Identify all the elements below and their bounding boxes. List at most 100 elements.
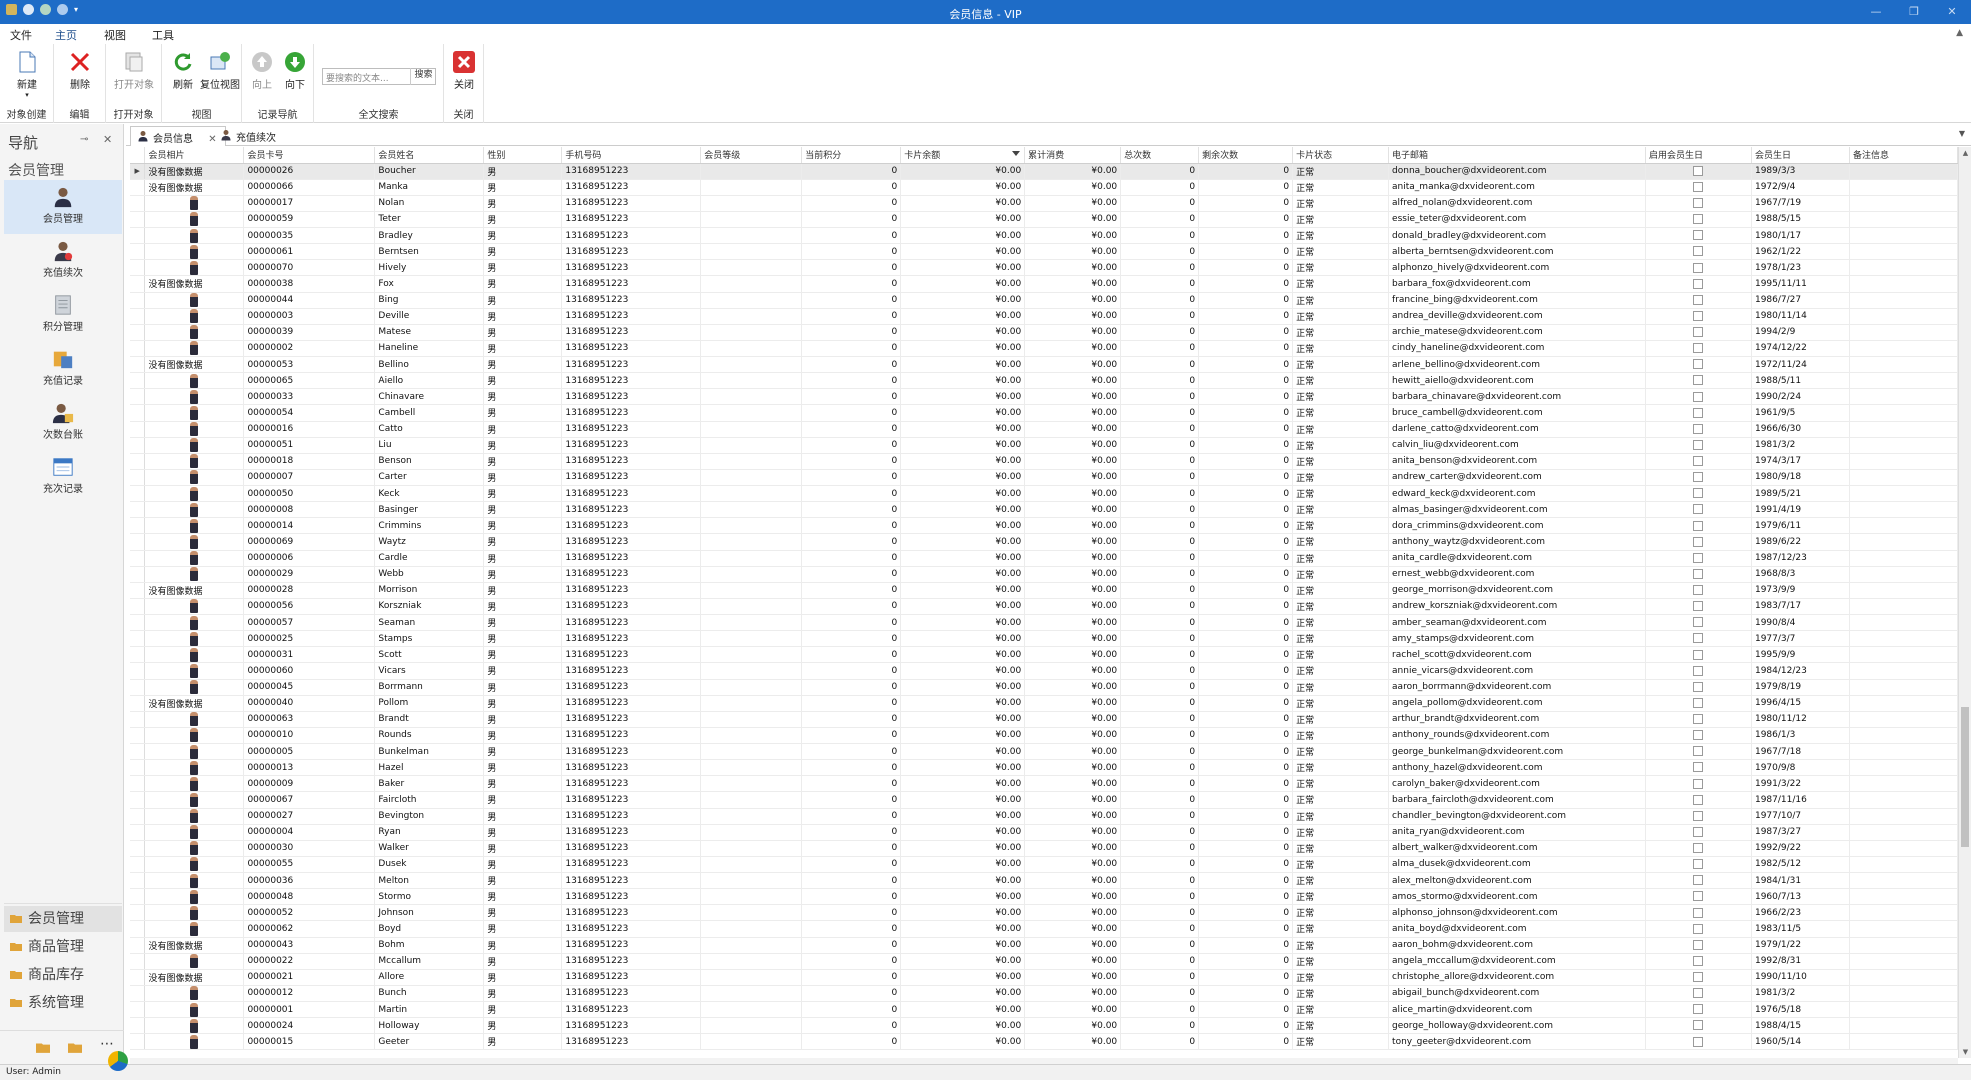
table-row[interactable]: 没有图像数据 00000021 Allore 男 13168951223 0 ¥0.00 ¥0… [130,969,1958,986]
table-row[interactable]: 00000027 Bevington 男 13168951223 0 ¥0.00 ¥0.00… [130,808,1958,825]
table-row[interactable]: 00000061 Berntsen 男 13168951223 0 ¥0.00 ¥0.00 0… [130,243,1958,261]
table-row[interactable]: 没有图像数据 00000040 Pollom 男 13168951223 0 ¥0.00 ¥0… [130,695,1958,712]
column-header[interactable]: 电子邮箱 [1388,147,1646,164]
more-icon[interactable]: ⋯ [100,1036,114,1052]
column-header[interactable]: 会员姓名 [374,147,485,164]
row-indicator[interactable] [130,517,146,535]
cell-birthday-enabled[interactable] [1645,985,1752,1003]
row-indicator[interactable] [130,695,146,712]
table-row[interactable]: 00000035 Bradley 男 13168951223 0 ¥0.00 ¥0.00 0 0… [130,227,1958,245]
row-indicator[interactable] [130,437,146,454]
cell-birthday-enabled[interactable] [1645,711,1752,728]
table-row[interactable]: 00000001 Martin 男 13168951223 0 ¥0.00 ¥0.00 0 0 正… [130,1001,1958,1019]
delete-button[interactable]: 删除 [63,50,97,91]
cell-birthday-enabled[interactable] [1645,872,1752,890]
table-row[interactable]: 00000050 Keck 男 13168951223 0 ¥0.00 ¥0.00 0 0 正常 e… [130,485,1958,503]
cell-birthday-enabled[interactable] [1645,308,1752,325]
cell-birthday-enabled[interactable] [1645,808,1752,825]
row-indicator[interactable]: ▶ [130,163,146,180]
ribbon-collapse-icon[interactable]: ▲ [1956,28,1963,38]
birthday-checkbox[interactable] [1693,617,1704,628]
nav-item-member-management[interactable]: 会员管理 [4,180,122,234]
column-header[interactable]: 会员卡号 [243,147,376,164]
cell-birthday-enabled[interactable] [1645,340,1752,358]
table-row[interactable]: 00000063 Brandt 男 13168951223 0 ¥0.00 ¥0.00 0 0 正… [130,711,1958,728]
row-indicator[interactable] [130,501,146,519]
search-button[interactable]: 搜索 [410,68,436,85]
cell-birthday-enabled[interactable] [1645,388,1752,406]
birthday-checkbox[interactable] [1693,294,1704,305]
cell-birthday-enabled[interactable] [1645,791,1752,809]
cell-birthday-enabled[interactable] [1645,533,1752,551]
birthday-checkbox[interactable] [1693,810,1704,821]
table-row[interactable]: 00000002 Haneline 男 13168951223 0 ¥0.00 ¥0.00 0… [130,340,1958,358]
row-indicator[interactable] [130,969,146,986]
birthday-checkbox[interactable] [1693,488,1704,499]
table-row[interactable]: 00000005 Bunkelman 男 13168951223 0 ¥0.00 ¥0.00… [130,743,1958,761]
reset-view-button[interactable]: 复位视图 [200,50,240,91]
cell-birthday-enabled[interactable] [1645,517,1752,535]
table-row[interactable]: 00000052 Johnson 男 13168951223 0 ¥0.00 ¥0.00 0 0… [130,904,1958,922]
birthday-checkbox[interactable] [1693,456,1704,467]
scroll-up-icon[interactable]: ▲ [1959,149,1971,157]
cell-birthday-enabled[interactable] [1645,550,1752,567]
row-indicator[interactable] [130,759,146,777]
nav-group-inventory[interactable]: 商品库存 [4,962,122,988]
tab-recharge[interactable]: 充值续次 [214,126,284,146]
birthday-checkbox[interactable] [1693,423,1704,434]
nav-item-count-records[interactable]: 充次记录 [4,450,122,504]
cell-birthday-enabled[interactable] [1645,582,1752,599]
row-indicator[interactable] [130,275,146,293]
row-indicator[interactable] [130,743,146,761]
row-indicator[interactable] [130,533,146,551]
row-indicator[interactable] [130,840,146,857]
row-indicator[interactable] [130,259,146,277]
table-row[interactable]: 00000070 Hively 男 13168951223 0 ¥0.00 ¥0.00 0 0 正… [130,259,1958,277]
cell-birthday-enabled[interactable] [1645,759,1752,777]
column-header[interactable]: 总次数 [1120,147,1200,164]
birthday-checkbox[interactable] [1693,681,1704,692]
table-row[interactable]: 00000036 Melton 男 13168951223 0 ¥0.00 ¥0.00 0 0 正… [130,872,1958,890]
cell-birthday-enabled[interactable] [1645,937,1752,954]
cell-birthday-enabled[interactable] [1645,1001,1752,1019]
table-row[interactable]: 00000044 Bing 男 13168951223 0 ¥0.00 ¥0.00 0 0 正常 f… [130,292,1958,309]
table-row[interactable]: 00000051 Liu 男 13168951223 0 ¥0.00 ¥0.00 0 0 正常 ca… [130,437,1958,454]
column-header[interactable]: 会员等级 [700,147,803,164]
table-row[interactable]: 00000031 Scott 男 13168951223 0 ¥0.00 ¥0.00 0 0 正常… [130,646,1958,664]
row-indicator[interactable] [130,662,146,680]
birthday-checkbox[interactable] [1693,601,1704,612]
cell-birthday-enabled[interactable] [1645,630,1752,648]
table-row[interactable]: 00000054 Cambell 男 13168951223 0 ¥0.00 ¥0.00 0 0… [130,404,1958,422]
tabs-dropdown-icon[interactable]: ▼ [1959,129,1965,138]
birthday-checkbox[interactable] [1693,1020,1704,1031]
birthday-checkbox[interactable] [1693,536,1704,547]
table-row[interactable]: 没有图像数据 00000066 Manka 男 13168951223 0 ¥0.00 ¥0.… [130,179,1958,196]
table-row[interactable]: 00000010 Rounds 男 13168951223 0 ¥0.00 ¥0.00 0 0 正… [130,727,1958,745]
cell-birthday-enabled[interactable] [1645,275,1752,293]
table-row[interactable]: 00000025 Stamps 男 13168951223 0 ¥0.00 ¥0.00 0 0 正… [130,630,1958,648]
row-indicator[interactable] [130,372,146,390]
cell-birthday-enabled[interactable] [1645,775,1752,793]
row-indicator[interactable] [130,904,146,922]
table-row[interactable]: 00000024 Holloway 男 13168951223 0 ¥0.00 ¥0.00 0… [130,1017,1958,1035]
table-row[interactable]: 00000014 Crimmins 男 13168951223 0 ¥0.00 ¥0.00 0… [130,517,1958,535]
row-indicator[interactable] [130,388,146,406]
app-status-icon[interactable] [108,1051,128,1071]
cell-birthday-enabled[interactable] [1645,485,1752,503]
table-row[interactable]: 00000007 Carter 男 13168951223 0 ¥0.00 ¥0.00 0 0 正… [130,469,1958,487]
birthday-checkbox[interactable] [1693,714,1704,725]
row-indicator[interactable] [130,227,146,245]
cell-birthday-enabled[interactable] [1645,501,1752,519]
table-row[interactable]: 没有图像数据 00000053 Bellino 男 13168951223 0 ¥0.00 ¥… [130,356,1958,374]
table-row[interactable]: 00000013 Hazel 男 13168951223 0 ¥0.00 ¥0.00 0 0 正常… [130,759,1958,777]
row-indicator[interactable] [130,421,146,438]
birthday-checkbox[interactable] [1693,649,1704,660]
cell-birthday-enabled[interactable] [1645,743,1752,761]
cell-birthday-enabled[interactable] [1645,404,1752,422]
column-header[interactable]: 剩余次数 [1198,147,1294,164]
table-row[interactable]: 00000018 Benson 男 13168951223 0 ¥0.00 ¥0.00 0 0 正… [130,453,1958,470]
cell-birthday-enabled[interactable] [1645,195,1752,212]
vertical-scrollbar[interactable]: ▲ ▼ [1958,147,1971,1058]
table-row[interactable]: 00000029 Webb 男 13168951223 0 ¥0.00 ¥0.00 0 0 正常 e… [130,566,1958,583]
birthday-checkbox[interactable] [1693,552,1704,563]
